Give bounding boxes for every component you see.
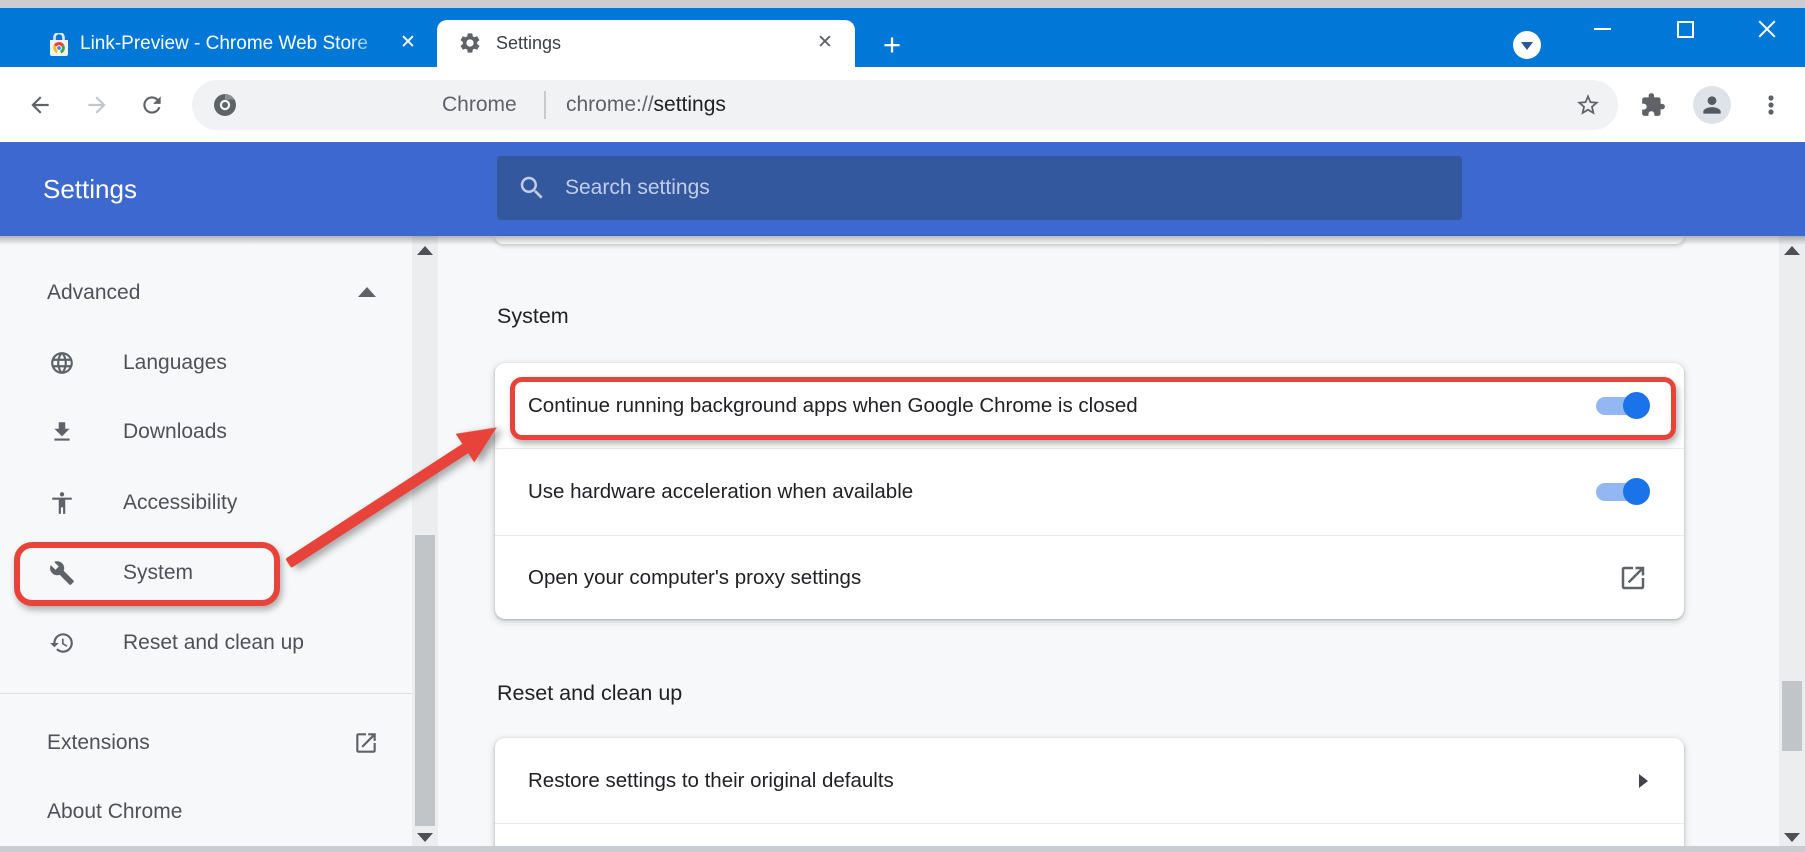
sidebar-item-label: Accessibility — [123, 491, 238, 514]
sidebar-item-downloads[interactable]: Downloads — [0, 408, 412, 456]
maximize-button[interactable] — [1677, 21, 1694, 38]
scroll-up-icon[interactable] — [417, 246, 433, 255]
address-bar[interactable]: Chrome chrome://settings — [192, 80, 1618, 130]
search-placeholder: Search settings — [565, 176, 710, 199]
sidebar-section-advanced[interactable]: Advanced — [47, 279, 140, 307]
close-window-button[interactable] — [1755, 17, 1779, 41]
tab-webstore[interactable]: Link-Preview - Chrome Web Store ✕ — [23, 20, 423, 67]
new-tab-button[interactable]: + — [872, 26, 912, 66]
url-scheme: chrome:// — [566, 93, 654, 116]
tab-settings[interactable]: Settings ✕ — [437, 20, 855, 67]
chevron-up-icon[interactable] — [358, 287, 376, 297]
chrome-logo-icon — [212, 92, 238, 118]
scroll-down-icon[interactable] — [417, 833, 433, 842]
setting-row-restore-defaults[interactable]: Restore settings to their original defau… — [495, 738, 1684, 823]
setting-label: Use hardware acceleration when available — [528, 480, 914, 503]
menu-dots-icon[interactable] — [1758, 92, 1784, 118]
sidebar-item-label: Languages — [123, 351, 227, 374]
sidebar-item-label: Reset and clean up — [123, 631, 304, 654]
gear-favicon-icon — [458, 31, 482, 55]
sidebar-item-extensions[interactable]: Extensions — [0, 719, 412, 767]
tab-close-icon[interactable]: ✕ — [395, 30, 421, 56]
scrollbar-thumb[interactable] — [415, 535, 435, 826]
setting-row-hardware-acceleration[interactable]: Use hardware acceleration when available — [495, 448, 1684, 535]
url-text: chrome://settings — [566, 80, 726, 130]
header-shadow — [0, 236, 1805, 245]
section-heading-system: System — [497, 304, 569, 328]
window-top-edge — [0, 0, 1805, 8]
bookmark-star-icon[interactable] — [1575, 92, 1601, 118]
toggle-hardware-acceleration[interactable] — [1596, 478, 1650, 505]
forward-button[interactable] — [84, 92, 110, 118]
sidebar-item-label: Downloads — [123, 420, 227, 443]
tab-search-button[interactable] — [1513, 31, 1541, 59]
url-separator — [544, 91, 546, 119]
accessibility-icon — [49, 490, 75, 516]
profile-avatar[interactable] — [1693, 86, 1731, 124]
reload-button[interactable] — [139, 92, 165, 118]
scroll-down-icon[interactable] — [1784, 833, 1800, 842]
browser-window: Link-Preview - Chrome Web Store ✕ Settin… — [0, 0, 1805, 852]
chevron-right-icon — [1639, 773, 1648, 788]
sidebar-item-reset[interactable]: Reset and clean up — [0, 619, 412, 667]
scroll-up-icon[interactable] — [1784, 246, 1800, 255]
chevron-down-icon — [1521, 42, 1533, 50]
minimize-button[interactable] — [1594, 28, 1611, 30]
tab-title: Settings — [496, 33, 562, 53]
open-in-new-icon — [1618, 563, 1648, 593]
open-in-new-icon — [353, 730, 379, 756]
history-restore-icon — [49, 630, 75, 656]
toggle-knob — [1623, 478, 1650, 505]
sidebar-item-label: About Chrome — [47, 800, 183, 823]
sidebar-divider — [0, 693, 412, 694]
setting-label: Restore settings to their original defau… — [528, 768, 894, 792]
back-button[interactable] — [27, 92, 53, 118]
webstore-favicon-icon — [48, 33, 70, 57]
settings-search-input[interactable]: Search settings — [497, 156, 1462, 220]
reset-settings-card: Restore settings to their original defau… — [495, 738, 1684, 852]
annotation-box-background-apps-row — [510, 377, 1676, 440]
main-scrollbar[interactable] — [1779, 236, 1805, 852]
sidebar-item-about[interactable]: About Chrome — [0, 788, 412, 836]
search-icon — [517, 173, 547, 203]
page-title: Settings — [43, 174, 137, 204]
extensions-puzzle-icon[interactable] — [1640, 92, 1666, 118]
sidebar-item-label: Extensions — [47, 731, 150, 754]
site-name: Chrome — [442, 93, 517, 116]
sidebar-scrollbar[interactable] — [412, 236, 438, 852]
tab-title: Link-Preview - Chrome Web Store — [80, 33, 368, 54]
window-bottom-edge — [0, 846, 1805, 852]
download-icon — [49, 419, 75, 445]
url-path: settings — [653, 93, 726, 116]
sidebar-item-languages[interactable]: Languages — [0, 339, 412, 387]
tab-close-icon[interactable]: ✕ — [812, 30, 838, 56]
section-heading-reset: Reset and clean up — [497, 681, 683, 705]
globe-icon — [49, 350, 75, 376]
setting-label: Open your computer's proxy settings — [528, 565, 862, 589]
annotation-box-system — [14, 542, 280, 606]
setting-row-proxy[interactable]: Open your computer's proxy settings — [495, 535, 1684, 619]
scrollbar-thumb[interactable] — [1782, 681, 1802, 751]
